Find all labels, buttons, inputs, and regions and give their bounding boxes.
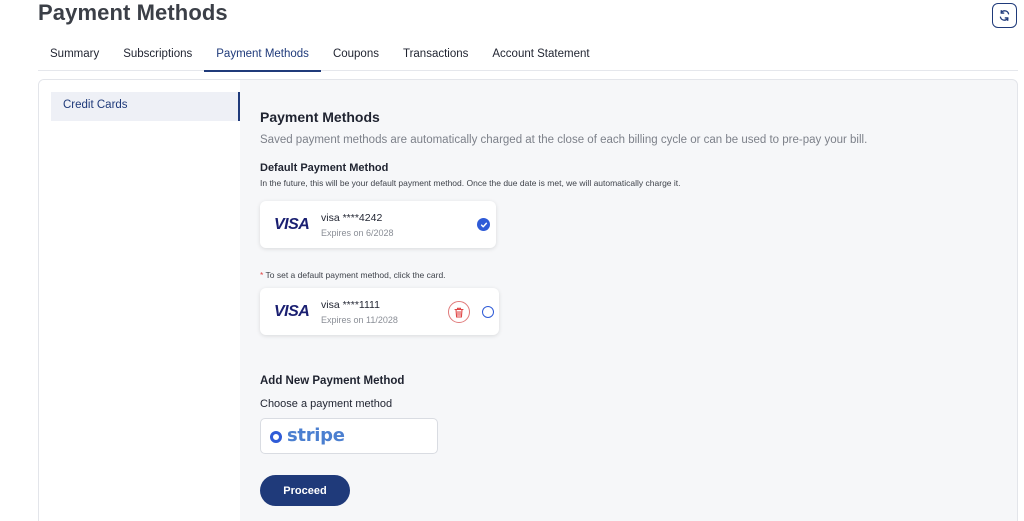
note-text: To set a default payment method, click t… — [263, 270, 446, 280]
refresh-icon — [999, 9, 1010, 22]
check-icon — [477, 218, 490, 231]
page-title: Payment Methods — [38, 0, 228, 25]
default-method-heading: Default Payment Method — [260, 162, 389, 174]
content-panel: Credit Cards Payment Methods Saved payme… — [38, 79, 1018, 521]
card-number: visa ****1111 — [321, 299, 380, 311]
delete-card-button[interactable] — [448, 301, 470, 323]
saved-card[interactable]: VISA visa ****1111 Expires on 11/2028 — [260, 288, 499, 335]
proceed-button[interactable]: Proceed — [260, 475, 350, 506]
sidebar: Credit Cards — [39, 80, 240, 521]
tab-account-statement[interactable]: Account Statement — [480, 40, 601, 71]
trash-icon — [454, 307, 464, 318]
card-expiry: Expires on 11/2028 — [321, 315, 398, 325]
stripe-radio[interactable] — [270, 431, 282, 443]
tab-summary[interactable]: Summary — [38, 40, 111, 71]
stripe-option[interactable]: stripe — [260, 418, 438, 454]
set-default-radio[interactable] — [482, 306, 494, 318]
section-description: Saved payment methods are automatically … — [260, 134, 868, 146]
tab-coupons[interactable]: Coupons — [321, 40, 391, 71]
choose-method-label: Choose a payment method — [260, 398, 393, 410]
default-note: * To set a default payment method, click… — [260, 270, 446, 280]
visa-logo: VISA — [274, 216, 310, 233]
sidebar-item-credit-cards[interactable]: Credit Cards — [51, 92, 240, 121]
refresh-button[interactable] — [992, 3, 1017, 28]
tab-payment-methods[interactable]: Payment Methods — [204, 40, 321, 72]
add-method-heading: Add New Payment Method — [260, 375, 405, 387]
default-card[interactable]: VISA visa ****4242 Expires on 6/2028 — [260, 201, 496, 248]
tab-bar: Summary Subscriptions Payment Methods Co… — [38, 40, 1018, 72]
visa-logo: VISA — [274, 303, 310, 320]
section-heading: Payment Methods — [260, 109, 380, 125]
tab-subscriptions[interactable]: Subscriptions — [111, 40, 204, 71]
tab-transactions[interactable]: Transactions — [391, 40, 480, 71]
card-expiry: Expires on 6/2028 — [321, 228, 394, 238]
card-number: visa ****4242 — [321, 212, 383, 224]
main-content: Payment Methods Saved payment methods ar… — [260, 80, 1000, 521]
stripe-logo: stripe — [287, 425, 345, 446]
default-method-description: In the future, this will be your default… — [260, 178, 681, 188]
